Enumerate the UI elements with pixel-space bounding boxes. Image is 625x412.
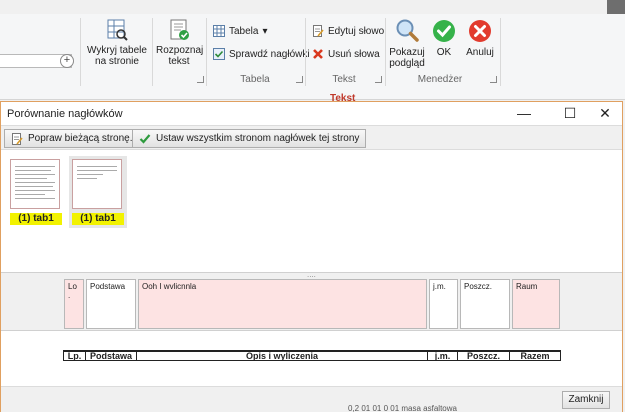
recognize-text-label: Rozpoznaj tekst xyxy=(156,45,204,67)
header-image-preview: Lp. Podstawa Opis i wyliczenia j.m. Posz… xyxy=(1,331,622,386)
header-cell[interactable]: Poszcz. xyxy=(460,279,510,329)
maximize-button[interactable]: ☐ xyxy=(555,104,585,123)
preview-header-cell: Opis i wyliczenia xyxy=(137,352,428,361)
detect-tables-button[interactable]: Wykryj tabele na stronie xyxy=(86,18,148,67)
cancel-button[interactable]: Anuluj xyxy=(464,18,496,58)
checkmark-icon xyxy=(433,20,455,42)
detect-tables-label: Wykryj tabele na stronie xyxy=(87,45,147,67)
ribbon: + Wykryj tabele na stronie Rozpoznaj tek… xyxy=(0,0,625,104)
dialog-toolbar: Popraw bieżącą stronę... Ustaw wszystkim… xyxy=(1,125,622,150)
table-menu-button[interactable]: Tabela ▾ xyxy=(213,25,268,37)
check-headers-icon xyxy=(213,48,225,60)
close-window-button[interactable]: ✕ xyxy=(590,104,620,123)
delete-x-icon xyxy=(313,49,323,59)
preview-header-row: Lp. Podstawa Opis i wyliczenia j.m. Posz… xyxy=(63,350,561,361)
thumbnail-caption: (1) tab1 xyxy=(10,213,62,225)
checkmark-icon xyxy=(139,133,151,144)
cancel-label: Anuluj xyxy=(466,47,494,58)
table-menu-label: Tabela xyxy=(229,25,259,37)
fix-current-page-button[interactable]: Popraw bieżącą stronę... xyxy=(4,129,146,148)
header-cell[interactable]: Ooh I wvlicnnla xyxy=(138,279,427,329)
magnifier-icon xyxy=(396,19,419,42)
group-label-manager: Menedżer xyxy=(417,74,463,85)
set-all-pages-label: Ustaw wszystkim stronom nagłówek tej str… xyxy=(156,133,360,144)
thumbnail-caption: (1) tab1 xyxy=(72,213,124,225)
ribbon-separator xyxy=(80,18,81,86)
ok-label: OK xyxy=(436,47,452,58)
page-thumbnails: (1) tab1 (1) tab1 xyxy=(1,150,622,272)
compare-headers-dialog: Porównanie nagłówków — ☐ ✕ Popraw bieżąc… xyxy=(0,101,623,412)
ribbon-separator xyxy=(152,18,153,86)
show-preview-button[interactable]: Pokazuj podgląd xyxy=(389,18,425,69)
ribbon-tab-strip xyxy=(0,0,625,14)
recognize-text-icon xyxy=(170,19,189,40)
dialog-launcher-icon[interactable] xyxy=(197,76,204,83)
show-preview-label: Pokazuj podgląd xyxy=(389,47,425,69)
preview-header-cell: Poszcz. xyxy=(458,352,510,361)
header-cell[interactable]: Raum xyxy=(512,279,560,329)
edit-page-icon xyxy=(12,132,23,145)
preview-header-cell: Razem xyxy=(510,352,561,361)
ok-button[interactable]: OK xyxy=(430,18,458,58)
header-cells-panel: Lo . Podstawa Ooh I wvlicnnla j.m. Poszc… xyxy=(1,277,622,331)
delete-words-button[interactable]: Usuń słowa xyxy=(312,48,380,60)
page-thumbnail[interactable]: (1) tab1 xyxy=(7,156,65,228)
preview-header-cell: Lp. xyxy=(63,352,86,361)
header-cell[interactable]: j.m. xyxy=(429,279,458,329)
minimize-button[interactable]: — xyxy=(509,104,539,123)
table-icon xyxy=(213,25,225,37)
close-button[interactable]: Zamknij xyxy=(562,391,610,409)
group-label-text: Tekst xyxy=(332,74,356,85)
header-cell[interactable]: Lo . xyxy=(64,279,84,329)
chevron-down-icon: ▾ xyxy=(262,25,268,37)
table-scan-icon xyxy=(107,19,128,41)
zoom-plus-button[interactable]: + xyxy=(60,54,74,68)
thumbnail-page-image xyxy=(72,159,122,209)
dialog-title-bar[interactable]: Porównanie nagłówków — ☐ ✕ xyxy=(1,102,622,125)
dialog-title: Porównanie nagłówków xyxy=(7,108,123,120)
group-label-table: Tabela xyxy=(240,74,270,85)
window-control-area[interactable] xyxy=(607,0,625,14)
edit-word-label: Edytuj słowo xyxy=(328,25,385,37)
thumbnail-page-image xyxy=(10,159,60,209)
preview-header-cell: Podstawa xyxy=(86,352,137,361)
fix-current-page-label: Popraw bieżącą stronę... xyxy=(28,133,139,144)
dialog-footer: Zamknij xyxy=(1,386,622,412)
recognize-text-button[interactable]: Rozpoznaj tekst xyxy=(156,18,204,67)
dialog-launcher-icon[interactable] xyxy=(490,76,497,83)
check-headers-button[interactable]: Sprawdź nagłówki xyxy=(213,48,310,60)
background-document-text: 0,2 01 01 0 01 masa asfaltowa xyxy=(348,404,457,412)
dialog-launcher-icon[interactable] xyxy=(375,76,382,83)
delete-words-label: Usuń słowa xyxy=(328,48,380,60)
header-cell[interactable]: Podstawa xyxy=(86,279,136,329)
edit-document-icon xyxy=(313,25,324,37)
dialog-launcher-icon[interactable] xyxy=(296,76,303,83)
close-circle-icon xyxy=(469,20,491,42)
check-headers-label: Sprawdź nagłówki xyxy=(229,48,310,60)
ribbon-separator xyxy=(500,18,501,86)
edit-word-button[interactable]: Edytuj słowo xyxy=(312,25,384,37)
page-thumbnail-selected[interactable]: (1) tab1 xyxy=(69,156,127,228)
set-all-pages-button[interactable]: Ustaw wszystkim stronom nagłówek tej str… xyxy=(132,129,367,148)
preview-header-cell: j.m. xyxy=(428,352,458,361)
